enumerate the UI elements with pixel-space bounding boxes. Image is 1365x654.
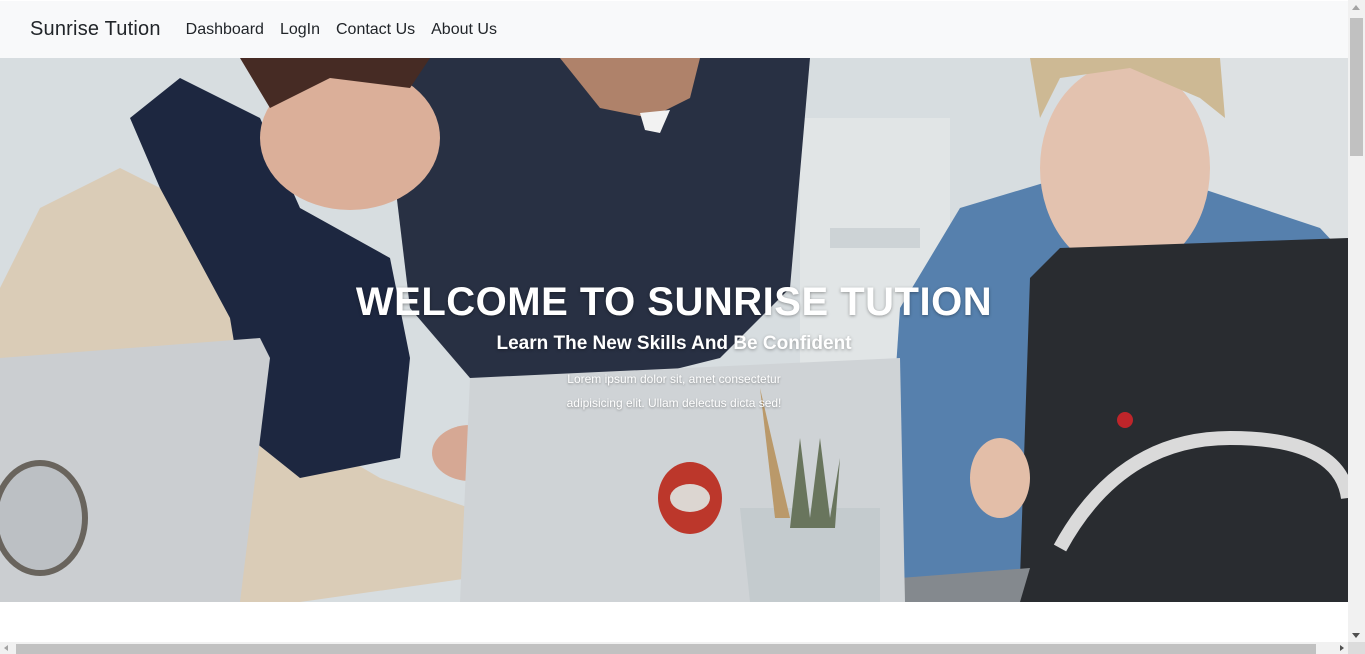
scrollbar-corner: [1348, 642, 1365, 654]
scroll-up-arrow-icon[interactable]: [1352, 5, 1360, 10]
hero-subtitle: Learn The New Skills And Be Confident: [496, 333, 852, 354]
nav-dashboard-link[interactable]: Dashboard: [178, 21, 272, 39]
vertical-scroll-thumb[interactable]: [1350, 18, 1363, 156]
page-viewport: Sunrise Tution Dashboard LogIn Contact U…: [0, 0, 1348, 642]
scroll-left-arrow-icon[interactable]: [4, 645, 8, 651]
scroll-right-arrow-icon[interactable]: [1340, 645, 1344, 651]
horizontal-scroll-thumb[interactable]: [16, 644, 1316, 654]
nav-about-link[interactable]: About Us: [423, 21, 505, 39]
nav-menu: Dashboard LogIn Contact Us About Us: [178, 21, 505, 39]
scroll-down-arrow-icon[interactable]: [1352, 633, 1360, 638]
hero-caption: WELCOME TO SUNRISE TUTION Learn The New …: [0, 280, 1348, 415]
nav-contact-link[interactable]: Contact Us: [328, 21, 423, 39]
brand-link[interactable]: Sunrise Tution: [30, 18, 161, 41]
hero-banner: WELCOME TO SUNRISE TUTION Learn The New …: [0, 58, 1348, 602]
horizontal-scrollbar[interactable]: [0, 642, 1348, 654]
hero-description: Lorem ipsum dolor sit, amet consectetur …: [566, 372, 782, 410]
navbar: Sunrise Tution Dashboard LogIn Contact U…: [0, 1, 1348, 58]
hero-title: WELCOME TO SUNRISE TUTION: [355, 280, 993, 324]
vertical-scrollbar[interactable]: [1348, 0, 1365, 642]
nav-login-link[interactable]: LogIn: [272, 21, 328, 39]
